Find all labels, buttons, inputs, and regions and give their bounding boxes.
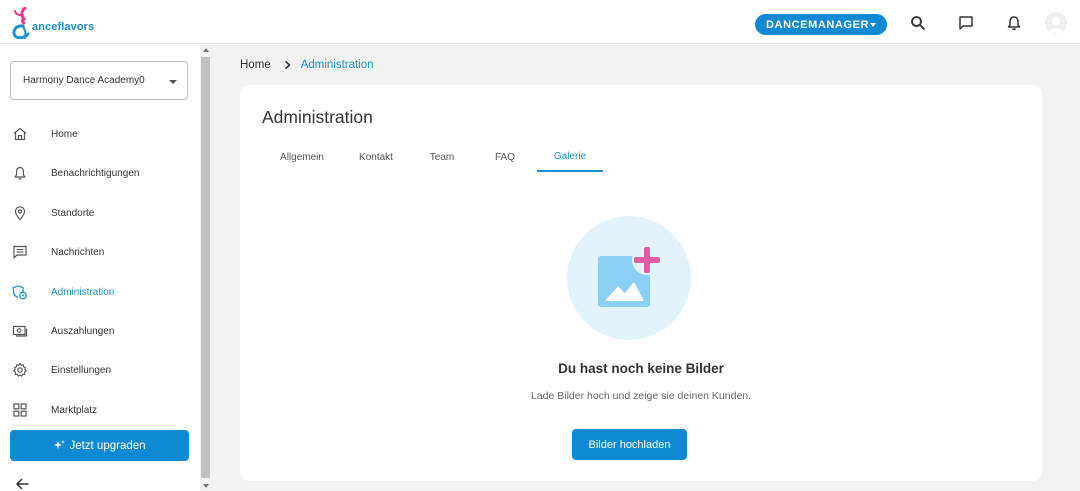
home-icon bbox=[13, 127, 27, 141]
top-bar: anceflavors DANCEMANAGER bbox=[0, 0, 1080, 44]
tab-faq[interactable]: FAQ bbox=[476, 143, 534, 172]
tab-galerie[interactable]: Galerie bbox=[537, 143, 603, 172]
bell-icon bbox=[14, 166, 26, 180]
sidebar-item-nachrichten[interactable]: Nachrichten bbox=[0, 237, 200, 267]
sidebar-item-label: Nachrichten bbox=[51, 246, 105, 258]
search-icon[interactable] bbox=[909, 14, 927, 32]
avatar-icon bbox=[1048, 17, 1064, 33]
sidebar-item-label: Standorte bbox=[51, 207, 95, 219]
brand-logo[interactable]: anceflavors bbox=[10, 7, 94, 39]
sidebar-item-einstellungen[interactable]: Einstellungen bbox=[0, 355, 200, 385]
content-card: Administration Allgemein Kontakt Team FA… bbox=[240, 85, 1042, 481]
tab-team[interactable]: Team bbox=[414, 143, 470, 172]
sidebar-item-label: Benachrichtigungen bbox=[51, 167, 140, 179]
breadcrumb: Home Administration bbox=[240, 58, 374, 72]
sidebar-item-label: Einstellungen bbox=[51, 364, 112, 376]
sidebar-item-label: Marktplatz bbox=[51, 404, 98, 416]
location-pin-icon bbox=[14, 206, 26, 221]
page-title: Administration bbox=[262, 107, 373, 127]
sidebar: Harmony Dance Academy0 Home Benachrichti… bbox=[0, 44, 200, 491]
sidebar-item-label: Auszahlungen bbox=[51, 325, 115, 337]
sidebar-item-administration[interactable]: Administration bbox=[0, 277, 200, 307]
tab-kontakt[interactable]: Kontakt bbox=[346, 143, 406, 172]
scroll-up-icon[interactable] bbox=[203, 48, 209, 52]
sidebar-item-marktplatz[interactable]: Marktplatz bbox=[0, 395, 200, 425]
tab-label: Galerie bbox=[553, 151, 587, 162]
sidebar-item-home[interactable]: Home bbox=[0, 119, 200, 149]
sidebar-scrollbar[interactable] bbox=[200, 44, 211, 491]
tab-label: Allgemein bbox=[280, 152, 324, 163]
account-switcher-label: DANCEMANAGER bbox=[766, 18, 870, 31]
sidebar-item-standorte[interactable]: Standorte bbox=[0, 198, 200, 228]
caret-down-icon bbox=[870, 23, 876, 27]
payout-icon bbox=[12, 325, 28, 337]
logo-text: anceflavors bbox=[32, 21, 95, 33]
empty-state-title: Du hast noch keine Bilder bbox=[558, 361, 724, 376]
upload-images-button-label: Bilder hochladen bbox=[588, 438, 671, 451]
account-switcher-button[interactable]: DANCEMANAGER bbox=[755, 14, 887, 35]
academy-select[interactable]: Harmony Dance Academy0 bbox=[10, 61, 188, 100]
bell-icon[interactable] bbox=[1005, 14, 1023, 32]
tab-label: FAQ bbox=[494, 152, 515, 163]
tab-label: Team bbox=[429, 152, 455, 163]
upload-images-button[interactable]: Bilder hochladen bbox=[572, 429, 687, 460]
sidebar-item-label: Home bbox=[51, 128, 78, 140]
chevron-right-icon bbox=[284, 61, 290, 69]
scroll-down-icon[interactable] bbox=[203, 484, 209, 488]
sidebar-item-auszahlungen[interactable]: Auszahlungen bbox=[0, 316, 200, 346]
sidebar-item-label: Administration bbox=[51, 286, 115, 298]
message-icon bbox=[13, 245, 27, 259]
scrollbar-thumb[interactable] bbox=[201, 57, 210, 478]
breadcrumb-current[interactable]: Administration bbox=[301, 59, 374, 71]
breadcrumb-home[interactable]: Home bbox=[240, 59, 271, 71]
add-image-illustration-icon bbox=[567, 216, 691, 340]
gear-icon bbox=[13, 362, 27, 377]
empty-state-subtitle: Lade Bilder hoch und zeige sie deinen Ku… bbox=[530, 390, 752, 402]
sparkle-icon bbox=[54, 440, 66, 449]
tab-label: Kontakt bbox=[359, 152, 393, 163]
grid-icon bbox=[13, 403, 27, 417]
upgrade-button-label: Jetzt upgraden bbox=[69, 439, 146, 452]
avatar[interactable] bbox=[1045, 12, 1067, 34]
main-scrollbar[interactable] bbox=[1069, 44, 1080, 491]
upgrade-button[interactable]: Jetzt upgraden bbox=[10, 430, 189, 461]
sidebar-item-benachrichtigungen[interactable]: Benachrichtigungen bbox=[0, 158, 200, 188]
admin-icon bbox=[12, 285, 27, 300]
collapse-sidebar-arrow-icon[interactable] bbox=[14, 476, 30, 491]
caret-down-icon bbox=[169, 80, 177, 84]
chat-icon[interactable] bbox=[957, 14, 975, 32]
tab-allgemein[interactable]: Allgemein bbox=[262, 143, 342, 172]
academy-select-value: Harmony Dance Academy0 bbox=[23, 75, 145, 86]
